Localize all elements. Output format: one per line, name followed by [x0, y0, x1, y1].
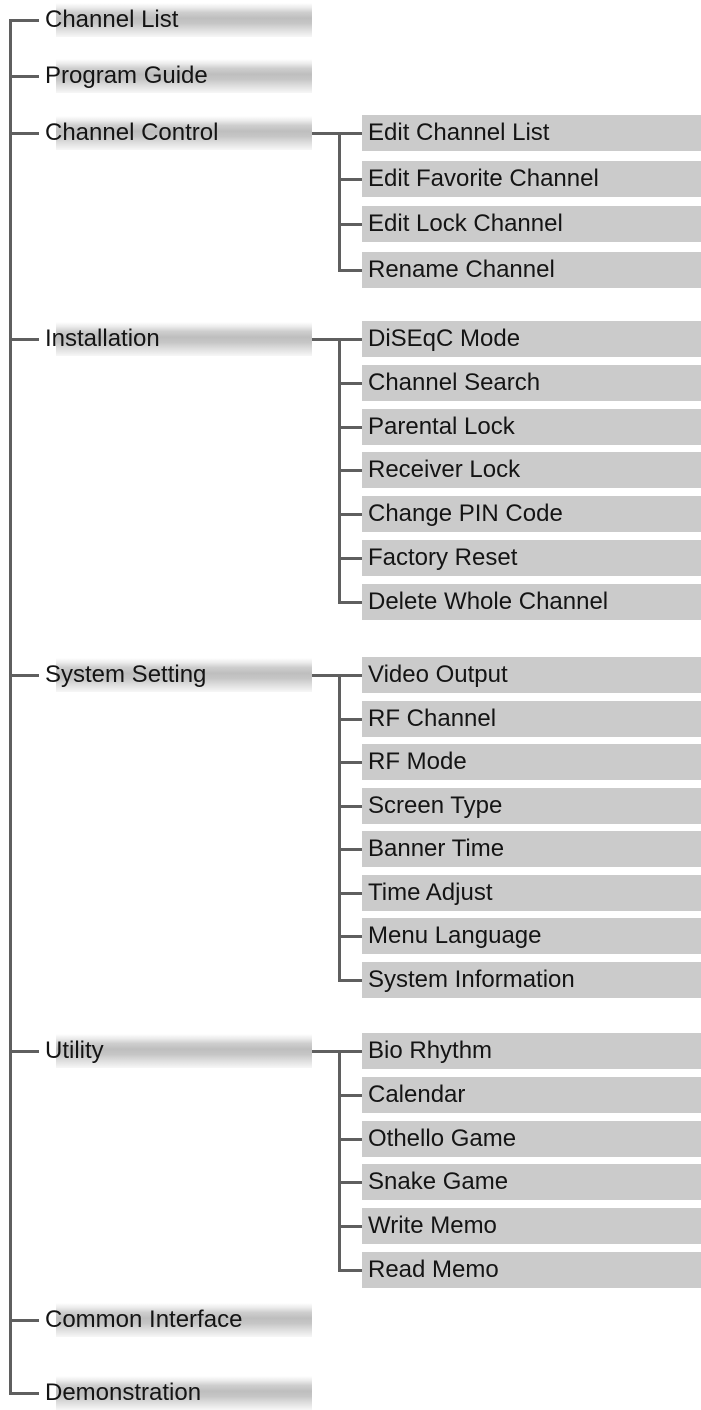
- trunk-tick: [9, 1392, 39, 1395]
- branch-tick: [338, 1269, 362, 1272]
- branch-tick: [338, 382, 362, 385]
- branch-tick: [338, 601, 362, 604]
- branch-tick: [338, 178, 362, 181]
- branch-tick: [338, 1181, 362, 1184]
- submenu-item[interactable]: Screen Type: [362, 788, 701, 824]
- submenu-item[interactable]: Banner Time: [362, 831, 701, 867]
- branch-tick: [338, 892, 362, 895]
- main-menu-label: Common Interface: [45, 1306, 243, 1333]
- submenu-item[interactable]: Bio Rhythm: [362, 1033, 701, 1069]
- main-menu-label: Channel List: [45, 6, 179, 33]
- branch-tick: [338, 848, 362, 851]
- trunk-tick: [9, 132, 39, 135]
- submenu-item[interactable]: Factory Reset: [362, 540, 701, 576]
- branch-tick: [338, 979, 362, 982]
- branch-tick: [338, 1094, 362, 1097]
- submenu-item[interactable]: Menu Language: [362, 918, 701, 954]
- submenu-item[interactable]: Othello Game: [362, 1121, 701, 1157]
- submenu-item[interactable]: Parental Lock: [362, 409, 701, 445]
- trunk-line: [9, 20, 12, 1395]
- trunk-tick: [9, 1319, 39, 1322]
- submenu-item[interactable]: Channel Search: [362, 365, 701, 401]
- branch-tick: [338, 718, 362, 721]
- branch-tick: [338, 674, 362, 677]
- submenu-item[interactable]: DiSEqC Mode: [362, 321, 701, 357]
- branch-tick: [338, 426, 362, 429]
- branch-line: [338, 1050, 341, 1272]
- branch-tick: [338, 761, 362, 764]
- submenu-item[interactable]: Rename Channel: [362, 252, 701, 288]
- submenu-item[interactable]: Video Output: [362, 657, 701, 693]
- main-menu-label: Channel Control: [45, 119, 219, 146]
- submenu-item[interactable]: Read Memo: [362, 1252, 701, 1288]
- branch-tick: [338, 469, 362, 472]
- branch-tick: [338, 1138, 362, 1141]
- submenu-item[interactable]: Receiver Lock: [362, 452, 701, 488]
- branch-tick: [338, 132, 362, 135]
- trunk-tick: [9, 75, 39, 78]
- submenu-item[interactable]: RF Mode: [362, 744, 701, 780]
- branch-tick: [338, 223, 362, 226]
- trunk-tick: [9, 19, 39, 22]
- submenu-item[interactable]: Edit Channel List: [362, 115, 701, 151]
- trunk-tick: [9, 1050, 39, 1053]
- submenu-item[interactable]: Write Memo: [362, 1208, 701, 1244]
- main-menu-label: Installation: [45, 325, 160, 352]
- branch-tick: [338, 338, 362, 341]
- submenu-item[interactable]: Edit Favorite Channel: [362, 161, 701, 197]
- branch-tick: [338, 1050, 362, 1053]
- branch-connector: [312, 338, 340, 341]
- branch-connector: [312, 1050, 340, 1053]
- trunk-tick: [9, 338, 39, 341]
- main-menu-label: Utility: [45, 1037, 104, 1064]
- branch-line: [338, 132, 341, 272]
- main-menu-label: Demonstration: [45, 1379, 202, 1406]
- main-menu-label: System Setting: [45, 661, 207, 688]
- submenu-item[interactable]: Edit Lock Channel: [362, 206, 701, 242]
- branch-tick: [338, 513, 362, 516]
- submenu-item[interactable]: RF Channel: [362, 701, 701, 737]
- main-menu-label: Program Guide: [45, 62, 208, 89]
- submenu-item[interactable]: System Information: [362, 962, 701, 998]
- branch-tick: [338, 805, 362, 808]
- branch-connector: [312, 132, 340, 135]
- trunk-tick: [9, 674, 39, 677]
- submenu-item[interactable]: Delete Whole Channel: [362, 584, 701, 620]
- branch-tick: [338, 1225, 362, 1228]
- submenu-item[interactable]: Change PIN Code: [362, 496, 701, 532]
- submenu-item[interactable]: Snake Game: [362, 1164, 701, 1200]
- branch-tick: [338, 557, 362, 560]
- submenu-item[interactable]: Calendar: [362, 1077, 701, 1113]
- menu-tree: Channel List Program Guide Channel Control…: [0, 0, 701, 1410]
- submenu-item[interactable]: Time Adjust: [362, 875, 701, 911]
- branch-connector: [312, 674, 340, 677]
- branch-tick: [338, 269, 362, 272]
- branch-tick: [338, 935, 362, 938]
